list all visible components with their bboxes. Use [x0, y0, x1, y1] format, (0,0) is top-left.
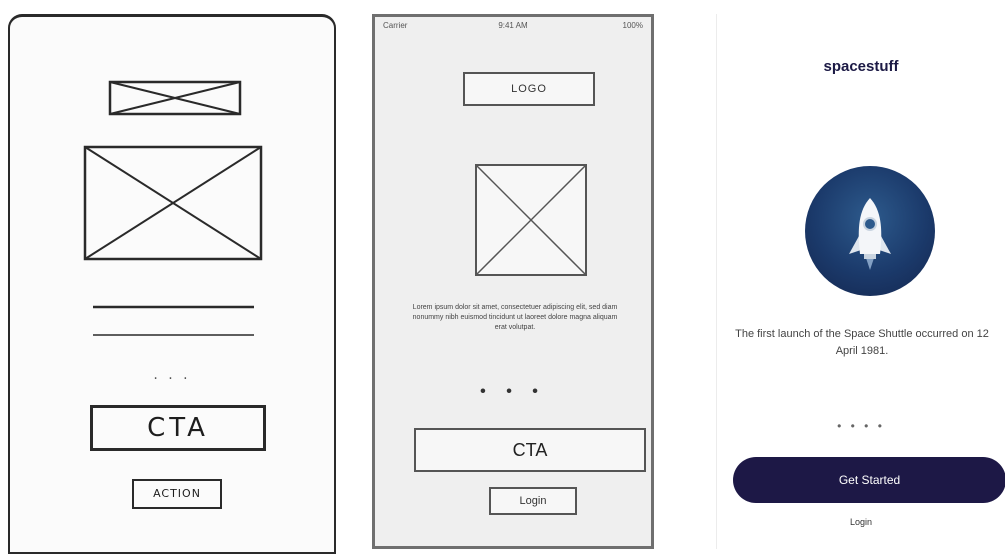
onboarding-page-dots: • • • • [837, 419, 885, 433]
wireframe-cta-button[interactable]: CTA [414, 428, 646, 472]
rocket-illustration [805, 166, 935, 296]
sketch-image-placeholder [83, 145, 263, 261]
wireframe-image-placeholder [475, 164, 587, 276]
status-time: 9:41 AM [498, 21, 528, 30]
status-battery: 100% [622, 21, 643, 30]
login-link[interactable]: Login [717, 517, 1005, 527]
onboarding-fact-text: The first launch of the Space Shuttle oc… [735, 328, 989, 357]
sketch-placeholders [83, 80, 263, 336]
final-ui-panel: spacestuff The first launch of the Space… [716, 14, 1005, 549]
digital-wireframe-panel: Carrier 9:41 AM 100% LOGO Lorem ipsum do… [372, 14, 654, 549]
wireframe-body-text: Lorem ipsum dolor sit amet, consectetuer… [412, 304, 618, 331]
sketch-page-dots: . . . [153, 367, 191, 383]
get-started-button[interactable]: Get Started [733, 457, 1005, 503]
rocket-icon [849, 198, 891, 270]
brand-logo-text: spacestuff [823, 58, 899, 75]
sketch-action-button[interactable]: ACTION [132, 479, 222, 509]
wireframe-login-button[interactable]: Login [489, 487, 577, 515]
sketch-wireframe-panel: . . . CTA ACTION [8, 14, 336, 554]
wireframe-logo: LOGO [463, 72, 595, 106]
sketch-logo-placeholder [108, 80, 242, 116]
sketch-cta-button[interactable]: CTA [90, 405, 266, 451]
wireframe-page-dots: • • • [480, 383, 546, 400]
